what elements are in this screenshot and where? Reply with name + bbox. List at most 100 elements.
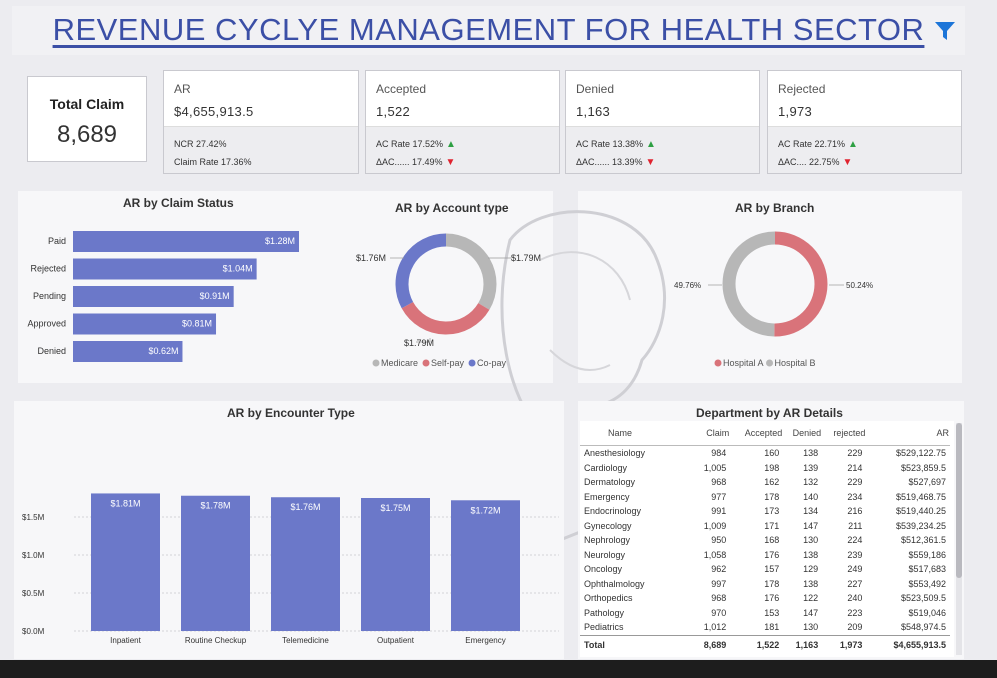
table-cell: Pathology: [584, 607, 625, 618]
rejected-card: Rejected 1,973 AC Rate 22.71% ▲ ΔAC.... 2…: [767, 70, 962, 174]
denied-delta: ΔAC...... 13.39%: [576, 157, 643, 167]
total-claim-value: 8,689: [56, 121, 118, 148]
legend-label: Medicare: [381, 358, 418, 368]
x-tick-label: Outpatient: [377, 636, 415, 645]
slice-label: $1.79M: [404, 338, 434, 348]
table-cell: Orthopedics: [584, 593, 633, 604]
table-cell: 138: [803, 578, 819, 589]
dept-table: Name Claim Accepted Denied rejected AR Anesth…: [580, 421, 950, 654]
bar: [181, 495, 250, 631]
table-cell: Anesthesiology: [584, 448, 646, 459]
table-cell: 229: [847, 448, 863, 459]
table-cell: $4,655,913.5: [866, 634, 950, 654]
table-cell: 1,973: [822, 634, 867, 654]
table-cell: $519,440.25: [895, 506, 946, 517]
x-tick-label: Telemedicine: [282, 636, 329, 645]
down-arrow-icon: ▼: [842, 157, 853, 168]
dept-scrollbar[interactable]: [956, 423, 962, 655]
bar-data-label: $0.81M: [182, 319, 212, 329]
table-cell: $529,122.75: [895, 448, 946, 459]
table-cell: Emergency: [584, 491, 630, 502]
slice-label: 49.76%: [674, 281, 701, 290]
column-header[interactable]: Name: [580, 421, 685, 446]
table-row: Emergency 977 178 140 234 $519,468.75: [580, 490, 950, 505]
encounter-type-chart: $0.0M $0.5M $1.0M $1.5M $1.81M Inpatient $1.78…: [22, 493, 559, 645]
table-cell: 198: [764, 462, 780, 473]
bar-data-label: $1.81M: [110, 498, 140, 508]
dept-panel: Department by AR Details Name Claim Accept…: [578, 401, 964, 659]
accepted-ac-rate: AC Rate 17.52%: [376, 139, 444, 149]
column-header[interactable]: rejected: [822, 421, 867, 446]
table-cell: $527,697: [908, 477, 946, 488]
dept-scroll-thumb[interactable]: [956, 423, 962, 578]
bar-data-label: $1.76M: [290, 502, 320, 512]
table-cell: 178: [764, 491, 780, 502]
table-cell: 968: [711, 477, 727, 488]
table-cell: $512,361.5: [900, 535, 946, 546]
branch-title: AR by Branch: [735, 201, 815, 215]
table-cell: 249: [847, 564, 863, 575]
bar: [451, 500, 520, 631]
column-header[interactable]: AR: [866, 421, 950, 446]
table-cell: 130: [803, 535, 819, 546]
bar: [91, 493, 160, 631]
table-cell: 147: [803, 520, 819, 531]
bar-data-label: $0.62M: [148, 346, 178, 356]
legend-label: Self-pay: [431, 358, 465, 368]
table-cell: $553,492: [908, 578, 946, 589]
table-row: Dermatology 968 162 132 229 $527,697: [580, 475, 950, 490]
bar-category-label: Denied: [37, 346, 66, 356]
account-slice: [395, 233, 447, 309]
table-cell: $559,186: [908, 549, 946, 560]
up-arrow-icon: ▲: [446, 139, 456, 150]
table-cell: 984: [711, 448, 727, 459]
table-cell: 211: [848, 520, 863, 531]
table-cell: 216: [847, 506, 863, 517]
column-header[interactable]: Accepted: [730, 421, 784, 446]
total-claim-card: Total Claim 8,689: [27, 76, 147, 162]
table-cell: 214: [847, 462, 863, 473]
down-arrow-icon: ▼: [645, 157, 656, 168]
table-cell: 209: [847, 622, 863, 633]
denied-value: 1,163: [576, 104, 611, 119]
table-cell: Ophthalmology: [584, 578, 645, 589]
table-cell: 178: [764, 578, 780, 589]
legend-label: Hospital B: [775, 358, 816, 368]
table-cell: 162: [764, 477, 780, 488]
bar-data-label: $1.72M: [470, 505, 500, 515]
table-cell: 229: [847, 477, 863, 488]
table-cell: 997: [711, 578, 727, 589]
denied-card: Denied 1,163 AC Rate 13.38% ▲ ΔAC...... 1…: [565, 70, 760, 174]
bar-category-label: Pending: [33, 291, 66, 301]
legend-marker: [766, 359, 774, 367]
title-bar: REVENUE CYCLYE MANAGEMENT FOR HEALTH SEC…: [12, 6, 965, 55]
column-header[interactable]: Denied: [783, 421, 823, 446]
table-cell: 176: [764, 593, 780, 604]
taskbar: [0, 660, 997, 678]
branch-chart: 50.24% 49.76% Hospital A Hospital B: [674, 231, 873, 368]
legend-label: Co-pay: [477, 358, 507, 368]
ar-claim-rate: Claim Rate 17.36%: [174, 157, 252, 167]
table-cell: 234: [847, 491, 863, 502]
table-row: Pathology 970 153 147 223 $519,046: [580, 606, 950, 621]
table-cell: 239: [847, 549, 863, 560]
x-tick-label: Emergency: [465, 636, 505, 645]
x-tick-label: Routine Checkup: [185, 636, 247, 645]
table-cell: 171: [764, 520, 780, 531]
bar-category-label: Rejected: [30, 264, 66, 274]
up-arrow-icon: ▲: [646, 139, 656, 150]
total-claim-label: Total Claim: [49, 96, 125, 112]
column-header[interactable]: Claim: [684, 421, 731, 446]
y-tick-label: $0.5M: [22, 589, 45, 598]
claim-status-title: AR by Claim Status: [123, 196, 234, 210]
table-row: Orthopedics 968 176 122 240 $523,509.5: [580, 591, 950, 606]
legend-marker: [468, 359, 476, 367]
bar: [271, 497, 340, 631]
funnel-icon[interactable]: [934, 20, 956, 47]
table-row: Oncology 962 157 129 249 $517,683: [580, 562, 950, 577]
ar-ncr: NCR 27.42%: [174, 139, 227, 149]
table-cell: 130: [803, 622, 819, 633]
table-cell: 160: [764, 448, 780, 459]
table-cell: 134: [803, 506, 819, 517]
dept-title: Department by AR Details: [696, 406, 843, 420]
